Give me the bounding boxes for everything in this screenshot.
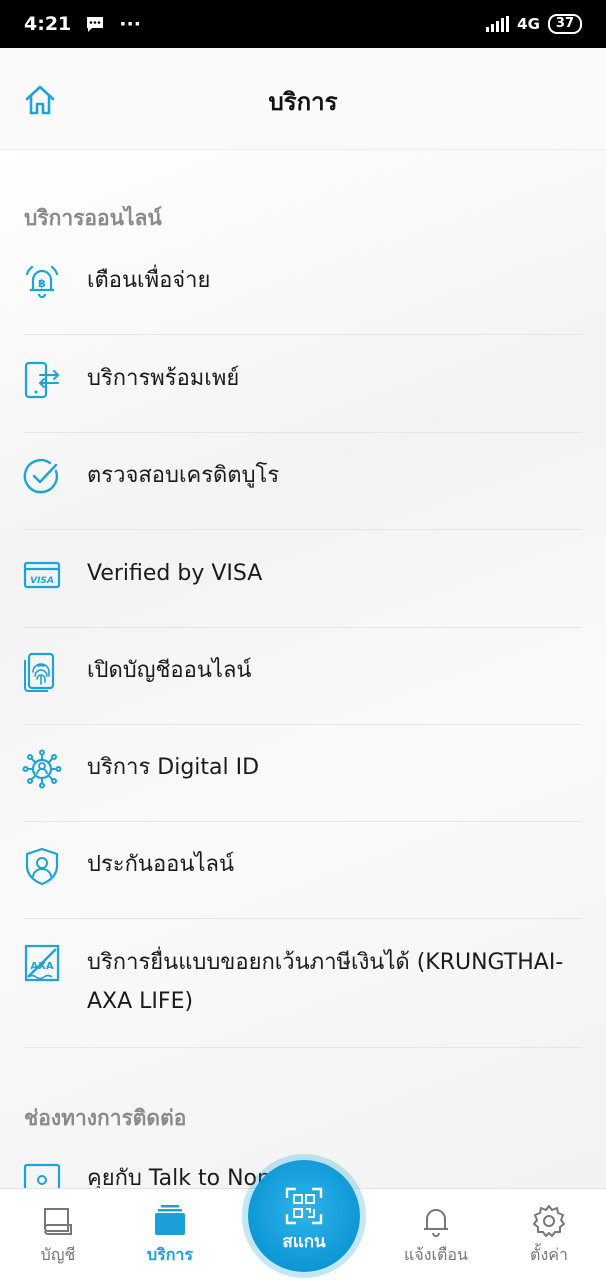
more-notifications-icon: ···	[119, 13, 141, 35]
divider	[24, 724, 582, 725]
service-item-verified-by-visa[interactable]: VISA Verified by VISA	[0, 555, 606, 627]
fingerprint-phone-icon	[24, 652, 55, 692]
app-header: บริการ	[0, 48, 606, 150]
service-item-promptpay[interactable]: บริการพร้อมเพย์	[0, 360, 606, 432]
qr-scan-icon	[285, 1187, 323, 1225]
nav-account[interactable]: บัญชี	[3, 1203, 113, 1268]
status-bar: 4:21 ··· 4G 37	[0, 0, 606, 48]
visa-card-icon: VISA	[23, 561, 61, 589]
message-icon	[87, 17, 104, 32]
service-item-label: ตรวจสอบเครดิตบูโร	[87, 463, 280, 488]
scan-label: สแกน	[282, 1232, 326, 1252]
bell-baht-icon: ฿	[25, 265, 59, 299]
nav-label: บริการ	[146, 1245, 193, 1264]
divider	[24, 821, 582, 822]
nav-services[interactable]: บริการ	[115, 1203, 225, 1268]
check-circle-icon	[23, 458, 58, 494]
signal-icon	[486, 16, 510, 32]
service-item-label: บริการ Digital ID	[87, 755, 260, 780]
service-item-pay-reminder[interactable]: ฿ เตือนเพื่อจ่าย	[0, 262, 606, 334]
svg-text:VISA: VISA	[30, 576, 54, 586]
scan-button[interactable]: สแกน	[248, 1160, 360, 1272]
shield-user-icon	[25, 847, 59, 886]
service-item-label: ประกันออนไลน์	[87, 852, 235, 877]
gear-icon	[533, 1205, 565, 1237]
service-item-label: เตือนเพื่อจ่าย	[87, 268, 211, 293]
service-item-label: Verified by VISA	[87, 561, 263, 586]
bell-icon	[424, 1209, 448, 1237]
divider	[24, 334, 582, 335]
section-title-contact: ช่องทางการติดต่อ	[24, 1106, 187, 1130]
service-item-label: เปิดบัญชีออนไลน์	[87, 658, 252, 683]
battery-icon: 37	[547, 14, 582, 34]
service-item-digital-id[interactable]: บริการ Digital ID	[0, 749, 606, 821]
book-icon	[44, 1208, 72, 1235]
nav-settings[interactable]: ตั้งค่า	[494, 1203, 604, 1268]
nav-label: ตั้งค่า	[530, 1245, 568, 1264]
nav-label: แจ้งเตือน	[404, 1245, 468, 1264]
network-type: 4G	[517, 15, 540, 33]
service-item-online-insurance[interactable]: ประกันออนไลน์	[0, 846, 606, 918]
divider	[24, 432, 582, 433]
service-item-credit-bureau[interactable]: ตรวจสอบเครดิตบูโร	[0, 457, 606, 529]
nav-notifications[interactable]: แจ้งเตือน	[381, 1203, 491, 1268]
page-title: บริการ	[268, 88, 338, 116]
service-item-axa-tax-exemption[interactable]: AXA บริการยื่นแบบขอยกเว้นภาษีเงินได้ (KR…	[0, 943, 606, 1043]
nav-label: บัญชี	[40, 1245, 76, 1264]
axa-document-icon: AXA	[24, 944, 60, 982]
cards-icon	[155, 1205, 185, 1235]
services-list: บริการออนไลน์ ฿ เตือนเพื่อจ่าย บริการพร้…	[0, 150, 606, 1188]
service-item-open-account[interactable]: เปิดบัญชีออนไลน์	[0, 652, 606, 724]
divider	[24, 1047, 582, 1048]
service-item-label: บริการพร้อมเพย์	[87, 366, 240, 391]
chat-icon	[23, 1163, 61, 1188]
svg-text:฿: ฿	[38, 277, 46, 290]
phone-transfer-icon	[24, 361, 59, 399]
divider	[24, 627, 582, 628]
section-title-online: บริการออนไลน์	[24, 206, 162, 230]
status-time: 4:21	[24, 13, 72, 35]
svg-text:AXA: AXA	[30, 961, 53, 972]
digital-id-network-icon	[22, 749, 62, 789]
service-item-label: บริการยื่นแบบขอยกเว้นภาษีเงินได้ (KRUNGT…	[87, 950, 564, 1014]
divider	[24, 529, 582, 530]
divider	[24, 918, 582, 919]
